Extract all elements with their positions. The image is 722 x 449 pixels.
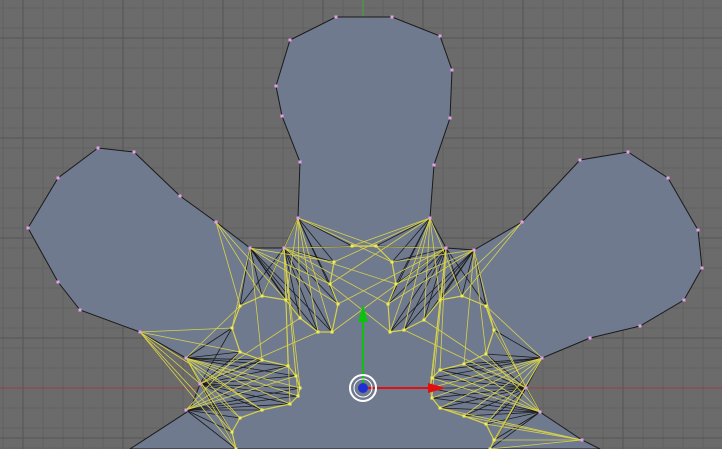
selected-vertex[interactable] xyxy=(350,244,354,248)
selected-vertex[interactable] xyxy=(328,282,332,286)
mesh-vertex[interactable] xyxy=(540,356,544,360)
selected-vertex[interactable] xyxy=(296,394,300,398)
selected-vertex[interactable] xyxy=(288,402,292,406)
selected-vertex[interactable] xyxy=(238,304,242,308)
mesh-vertex[interactable] xyxy=(578,158,582,162)
selected-vertex[interactable] xyxy=(230,326,234,330)
selected-vertex[interactable] xyxy=(422,318,426,322)
mesh-vertex[interactable] xyxy=(56,280,60,284)
selected-vertex[interactable] xyxy=(430,376,434,380)
mesh-vertex[interactable] xyxy=(626,150,630,154)
mesh-vertex[interactable] xyxy=(96,146,100,150)
mesh-vertex[interactable] xyxy=(432,163,436,167)
selected-vertex[interactable] xyxy=(298,316,302,320)
selected-vertex[interactable] xyxy=(294,374,298,378)
selected-vertex[interactable] xyxy=(286,364,290,368)
mesh-vertex[interactable] xyxy=(298,160,302,164)
mesh-vertex[interactable] xyxy=(334,15,338,19)
selected-vertex[interactable] xyxy=(238,416,242,420)
selected-vertex[interactable] xyxy=(336,302,340,306)
mesh-vertex[interactable] xyxy=(282,246,286,250)
mesh-vertex[interactable] xyxy=(280,114,284,118)
mesh-vertex[interactable] xyxy=(588,336,592,340)
mesh-vertex[interactable] xyxy=(682,298,686,302)
mesh-vertex[interactable] xyxy=(638,324,642,328)
selected-vertex[interactable] xyxy=(402,328,406,332)
selected-vertex[interactable] xyxy=(492,438,496,442)
selected-vertex[interactable] xyxy=(284,298,288,302)
mesh-vertex[interactable] xyxy=(78,308,82,312)
mesh-vertex[interactable] xyxy=(198,382,202,386)
selected-vertex[interactable] xyxy=(484,352,488,356)
selected-vertex[interactable] xyxy=(484,304,488,308)
selected-vertex[interactable] xyxy=(484,422,488,426)
selected-vertex[interactable] xyxy=(460,294,464,298)
selected-vertex[interactable] xyxy=(430,396,434,400)
selected-vertex[interactable] xyxy=(462,414,466,418)
mesh-vertex[interactable] xyxy=(132,150,136,154)
mesh-vertex[interactable] xyxy=(138,330,142,334)
selected-vertex[interactable] xyxy=(390,260,394,264)
mesh-vertex[interactable] xyxy=(390,15,394,19)
selected-vertex[interactable] xyxy=(260,358,264,362)
mesh-vertex[interactable] xyxy=(248,246,252,250)
mesh-vertex[interactable] xyxy=(428,216,432,220)
mesh-vertex[interactable] xyxy=(438,34,442,38)
selected-vertex[interactable] xyxy=(238,350,242,354)
mesh-vertex[interactable] xyxy=(524,386,528,390)
selected-vertex[interactable] xyxy=(462,362,466,366)
viewport-canvas[interactable] xyxy=(0,0,722,449)
selected-vertex[interactable] xyxy=(438,368,442,372)
selected-vertex[interactable] xyxy=(394,282,398,286)
selected-vertex[interactable] xyxy=(330,330,334,334)
mesh-vertex[interactable] xyxy=(178,194,182,198)
selected-vertex[interactable] xyxy=(438,406,442,410)
z-handle-icon[interactable] xyxy=(358,383,368,393)
3d-viewport[interactable] xyxy=(0,0,722,449)
mesh-vertex[interactable] xyxy=(296,216,300,220)
mesh-vertex[interactable] xyxy=(184,408,188,412)
mesh-vertex[interactable] xyxy=(580,438,584,442)
selected-vertex[interactable] xyxy=(374,244,378,248)
mesh-vertex[interactable] xyxy=(448,116,452,120)
mesh-vertex[interactable] xyxy=(472,248,476,252)
mesh-vertex[interactable] xyxy=(520,220,524,224)
selected-vertex[interactable] xyxy=(298,386,302,390)
mesh-vertex[interactable] xyxy=(184,356,188,360)
selected-vertex[interactable] xyxy=(332,260,336,264)
mesh-vertex[interactable] xyxy=(700,266,704,270)
mesh-vertex[interactable] xyxy=(444,246,448,250)
mesh-vertex[interactable] xyxy=(696,228,700,232)
selected-vertex[interactable] xyxy=(260,408,264,412)
mesh-vertex[interactable] xyxy=(26,226,30,230)
mesh-vertex[interactable] xyxy=(274,84,278,88)
selected-vertex[interactable] xyxy=(260,294,264,298)
selected-vertex[interactable] xyxy=(492,328,496,332)
mesh-vertex[interactable] xyxy=(288,38,292,42)
mesh-vertex[interactable] xyxy=(56,176,60,180)
mesh-vertex[interactable] xyxy=(666,176,670,180)
mesh-vertex[interactable] xyxy=(450,68,454,72)
mesh-vertex[interactable] xyxy=(214,220,218,224)
selected-vertex[interactable] xyxy=(438,298,442,302)
selected-vertex[interactable] xyxy=(316,330,320,334)
mesh-vertex[interactable] xyxy=(538,410,542,414)
selected-vertex[interactable] xyxy=(230,430,234,434)
selected-vertex[interactable] xyxy=(388,330,392,334)
selected-vertex[interactable] xyxy=(386,302,390,306)
